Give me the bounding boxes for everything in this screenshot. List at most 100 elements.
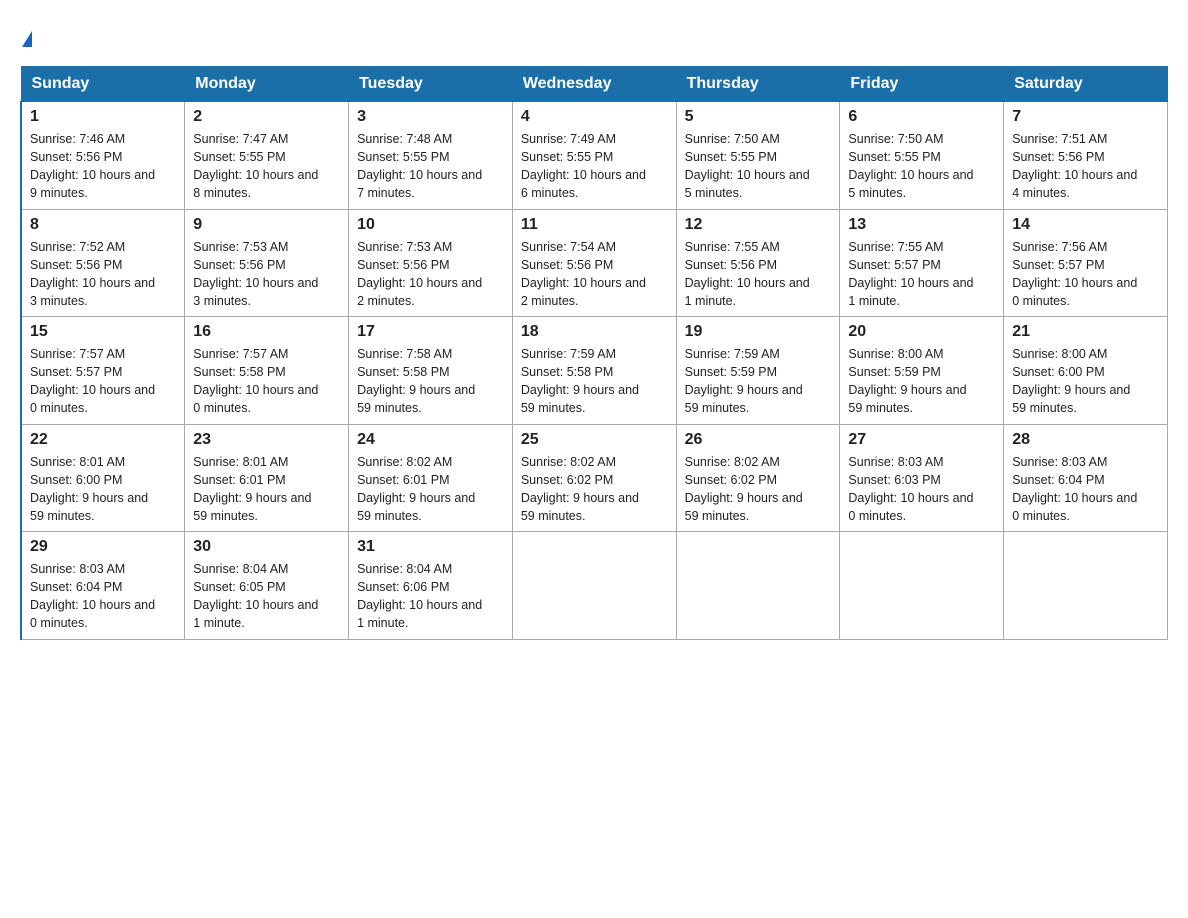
col-header-thursday: Thursday <box>676 67 840 102</box>
calendar-cell: 18 Sunrise: 7:59 AMSunset: 5:58 PMDayligh… <box>512 317 676 425</box>
day-number: 23 <box>193 431 340 449</box>
col-header-monday: Monday <box>185 67 349 102</box>
day-info: Sunrise: 7:57 AMSunset: 5:57 PMDaylight:… <box>30 345 176 418</box>
day-number: 18 <box>521 323 668 341</box>
day-info: Sunrise: 8:02 AMSunset: 6:01 PMDaylight:… <box>357 453 504 526</box>
day-info: Sunrise: 7:52 AMSunset: 5:56 PMDaylight:… <box>30 238 176 311</box>
day-info: Sunrise: 7:47 AMSunset: 5:55 PMDaylight:… <box>193 130 340 203</box>
day-info: Sunrise: 7:46 AMSunset: 5:56 PMDaylight:… <box>30 130 176 203</box>
day-number: 7 <box>1012 108 1159 126</box>
day-info: Sunrise: 7:50 AMSunset: 5:55 PMDaylight:… <box>685 130 832 203</box>
day-info: Sunrise: 8:01 AMSunset: 6:01 PMDaylight:… <box>193 453 340 526</box>
day-number: 6 <box>848 108 995 126</box>
calendar-cell: 1Sunrise: 7:46 AMSunset: 5:56 PMDaylight… <box>21 102 185 210</box>
day-number: 3 <box>357 108 504 126</box>
day-number: 14 <box>1012 216 1159 234</box>
day-number: 10 <box>357 216 504 234</box>
day-info: Sunrise: 7:59 AMSunset: 5:59 PMDaylight:… <box>685 345 832 418</box>
calendar-cell: 17 Sunrise: 7:58 AMSunset: 5:58 PMDayligh… <box>349 317 513 425</box>
day-info: Sunrise: 8:02 AMSunset: 6:02 PMDaylight:… <box>685 453 832 526</box>
day-info: Sunrise: 7:51 AMSunset: 5:56 PMDaylight:… <box>1012 130 1159 203</box>
calendar-cell: 4Sunrise: 7:49 AMSunset: 5:55 PMDaylight… <box>512 102 676 210</box>
calendar-cell: 5 Sunrise: 7:50 AMSunset: 5:55 PMDaylight… <box>676 102 840 210</box>
day-number: 27 <box>848 431 995 449</box>
day-info: Sunrise: 8:03 AMSunset: 6:04 PMDaylight:… <box>1012 453 1159 526</box>
day-number: 24 <box>357 431 504 449</box>
calendar-table: SundayMondayTuesdayWednesdayThursdayFrid… <box>20 66 1168 640</box>
day-number: 30 <box>193 538 340 556</box>
calendar-cell: 8 Sunrise: 7:52 AMSunset: 5:56 PMDaylight… <box>21 209 185 317</box>
col-header-tuesday: Tuesday <box>349 67 513 102</box>
day-number: 26 <box>685 431 832 449</box>
day-info: Sunrise: 8:02 AMSunset: 6:02 PMDaylight:… <box>521 453 668 526</box>
day-number: 5 <box>685 108 832 126</box>
day-number: 19 <box>685 323 832 341</box>
day-number: 29 <box>30 538 176 556</box>
day-info: Sunrise: 7:53 AMSunset: 5:56 PMDaylight:… <box>193 238 340 311</box>
day-number: 4 <box>521 108 668 126</box>
calendar-cell: 7 Sunrise: 7:51 AMSunset: 5:56 PMDaylight… <box>1004 102 1168 210</box>
calendar-cell: 14 Sunrise: 7:56 AMSunset: 5:57 PMDayligh… <box>1004 209 1168 317</box>
calendar-cell: 28Sunrise: 8:03 AMSunset: 6:04 PMDayligh… <box>1004 424 1168 532</box>
calendar-cell: 11Sunrise: 7:54 AMSunset: 5:56 PMDayligh… <box>512 209 676 317</box>
day-info: Sunrise: 8:01 AMSunset: 6:00 PMDaylight:… <box>30 453 176 526</box>
col-header-saturday: Saturday <box>1004 67 1168 102</box>
calendar-cell: 3 Sunrise: 7:48 AMSunset: 5:55 PMDaylight… <box>349 102 513 210</box>
calendar-cell: 26 Sunrise: 8:02 AMSunset: 6:02 PMDayligh… <box>676 424 840 532</box>
day-info: Sunrise: 7:55 AMSunset: 5:57 PMDaylight:… <box>848 238 995 311</box>
logo-triangle-icon <box>22 31 32 47</box>
calendar-cell: 27 Sunrise: 8:03 AMSunset: 6:03 PMDayligh… <box>840 424 1004 532</box>
day-info: Sunrise: 7:58 AMSunset: 5:58 PMDaylight:… <box>357 345 504 418</box>
calendar-cell: 2 Sunrise: 7:47 AMSunset: 5:55 PMDaylight… <box>185 102 349 210</box>
logo-top <box>20 20 32 48</box>
calendar-cell: 21 Sunrise: 8:00 AMSunset: 6:00 PMDayligh… <box>1004 317 1168 425</box>
day-info: Sunrise: 8:03 AMSunset: 6:03 PMDaylight:… <box>848 453 995 526</box>
calendar-week-3: 15 Sunrise: 7:57 AMSunset: 5:57 PMDayligh… <box>21 317 1168 425</box>
day-info: Sunrise: 8:03 AMSunset: 6:04 PMDaylight:… <box>30 560 176 633</box>
day-number: 16 <box>193 323 340 341</box>
calendar-cell: 24 Sunrise: 8:02 AMSunset: 6:01 PMDayligh… <box>349 424 513 532</box>
day-info: Sunrise: 7:48 AMSunset: 5:55 PMDaylight:… <box>357 130 504 203</box>
calendar-cell: 9 Sunrise: 7:53 AMSunset: 5:56 PMDaylight… <box>185 209 349 317</box>
day-number: 20 <box>848 323 995 341</box>
calendar-cell: 22 Sunrise: 8:01 AMSunset: 6:00 PMDayligh… <box>21 424 185 532</box>
day-number: 2 <box>193 108 340 126</box>
day-info: Sunrise: 7:50 AMSunset: 5:55 PMDaylight:… <box>848 130 995 203</box>
day-info: Sunrise: 8:04 AMSunset: 6:06 PMDaylight:… <box>357 560 504 633</box>
day-info: Sunrise: 8:04 AMSunset: 6:05 PMDaylight:… <box>193 560 340 633</box>
page-header <box>20 20 1168 48</box>
calendar-cell: 25 Sunrise: 8:02 AMSunset: 6:02 PMDayligh… <box>512 424 676 532</box>
day-info: Sunrise: 7:57 AMSunset: 5:58 PMDaylight:… <box>193 345 340 418</box>
calendar-cell: 30 Sunrise: 8:04 AMSunset: 6:05 PMDayligh… <box>185 532 349 640</box>
calendar-cell: 13 Sunrise: 7:55 AMSunset: 5:57 PMDayligh… <box>840 209 1004 317</box>
day-number: 9 <box>193 216 340 234</box>
col-header-friday: Friday <box>840 67 1004 102</box>
calendar-cell <box>512 532 676 640</box>
day-info: Sunrise: 7:59 AMSunset: 5:58 PMDaylight:… <box>521 345 668 418</box>
day-number: 25 <box>521 431 668 449</box>
calendar-cell: 6 Sunrise: 7:50 AMSunset: 5:55 PMDaylight… <box>840 102 1004 210</box>
day-number: 22 <box>30 431 176 449</box>
calendar-cell: 19 Sunrise: 7:59 AMSunset: 5:59 PMDayligh… <box>676 317 840 425</box>
day-number: 12 <box>685 216 832 234</box>
calendar-cell: 10 Sunrise: 7:53 AMSunset: 5:56 PMDayligh… <box>349 209 513 317</box>
day-number: 21 <box>1012 323 1159 341</box>
day-number: 8 <box>30 216 176 234</box>
calendar-cell: 16 Sunrise: 7:57 AMSunset: 5:58 PMDayligh… <box>185 317 349 425</box>
calendar-cell <box>676 532 840 640</box>
day-number: 31 <box>357 538 504 556</box>
calendar-cell: 20 Sunrise: 8:00 AMSunset: 5:59 PMDayligh… <box>840 317 1004 425</box>
calendar-cell <box>840 532 1004 640</box>
day-number: 13 <box>848 216 995 234</box>
day-info: Sunrise: 7:53 AMSunset: 5:56 PMDaylight:… <box>357 238 504 311</box>
calendar-header-row: SundayMondayTuesdayWednesdayThursdayFrid… <box>21 67 1168 102</box>
day-number: 15 <box>30 323 176 341</box>
day-info: Sunrise: 8:00 AMSunset: 6:00 PMDaylight:… <box>1012 345 1159 418</box>
calendar-week-1: 1Sunrise: 7:46 AMSunset: 5:56 PMDaylight… <box>21 102 1168 210</box>
col-header-wednesday: Wednesday <box>512 67 676 102</box>
day-info: Sunrise: 7:56 AMSunset: 5:57 PMDaylight:… <box>1012 238 1159 311</box>
calendar-week-2: 8 Sunrise: 7:52 AMSunset: 5:56 PMDaylight… <box>21 209 1168 317</box>
col-header-sunday: Sunday <box>21 67 185 102</box>
day-info: Sunrise: 8:00 AMSunset: 5:59 PMDaylight:… <box>848 345 995 418</box>
day-number: 17 <box>357 323 504 341</box>
